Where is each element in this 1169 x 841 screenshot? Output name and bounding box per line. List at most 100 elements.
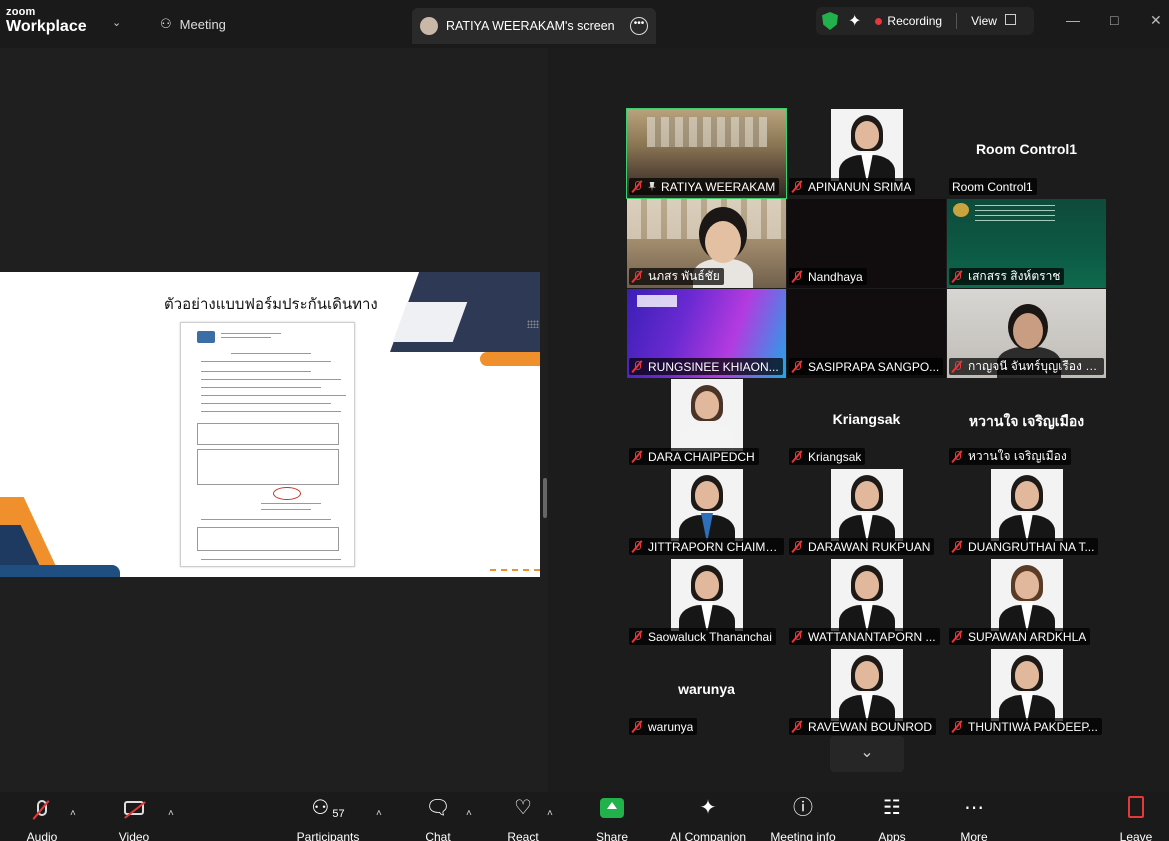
participant-nameplate: SASIPRAPA SANGPO... [789,358,944,375]
recording-label[interactable]: Recording [887,14,942,28]
video-tile[interactable]: เสกสรร สิงห์ตราช [947,199,1106,288]
presentation-slide: ตัวอย่างแบบฟอร์มประกันเดินทาง [0,272,540,577]
ai-sparkle-icon[interactable]: ✦ [848,11,861,31]
form-line [201,559,341,560]
video-tile[interactable]: RAVEWAN BOUNROD [787,649,946,738]
mic-muted-icon [792,450,802,463]
participant-name: เสกสรร สิงห์ตราช [968,269,1061,283]
video-button[interactable]: Video [114,792,154,841]
video-tile[interactable]: RUNGSINEE KHIAON... [627,289,786,378]
zoom-window: zoom Workplace ⌄ ⚇ Meeting RATIYA WEERAK… [0,0,1169,841]
signature-circle [273,487,301,500]
mic-muted-icon [952,450,962,463]
participant-name: หวานใจ เจริญเมือง [968,449,1067,463]
mic-muted-icon [792,720,802,733]
video-tile[interactable]: DARAWAN RUKPUAN [787,469,946,558]
mic-muted-icon [792,630,802,643]
minimize-icon[interactable]: — [1066,12,1080,28]
share-button[interactable]: Share [592,792,632,841]
participant-name: Room Control1 [952,179,1033,194]
video-tile[interactable]: SUPAWAN ARDKHLA [947,559,1106,648]
gallery-next-page-button[interactable]: ⌄ [830,736,904,772]
video-tile[interactable]: Nandhaya [787,199,946,288]
video-tile[interactable]: APINANUN SRIMA [787,109,946,198]
video-tile[interactable]: warunya warunya [627,649,786,738]
form-line [201,379,341,380]
participant-nameplate: DARA CHAIPEDCH [629,448,759,465]
participant-nameplate: APINANUN SRIMA [789,178,916,195]
video-tile[interactable]: DUANGRUTHAI NA T... [947,469,1106,558]
form-box [197,449,339,485]
video-tile[interactable]: Kriangsak Kriangsak [787,379,946,468]
grid-view-icon [1004,14,1016,25]
decor-shape [490,569,540,577]
brand-zoom: zoom [6,6,36,18]
video-tile[interactable]: SASIPRAPA SANGPO... [787,289,946,378]
video-options-caret-icon[interactable]: ˄ [168,808,174,819]
drag-grip-icon[interactable] [527,320,539,328]
participant-nameplate: RUNGSINEE KHIAON... [629,358,783,375]
video-tile[interactable]: นภสร พันธ์ชัย [627,199,786,288]
chat-button[interactable]: 🗨 Chat [420,792,456,841]
video-tile[interactable]: Room Control1 Room Control1 [947,109,1106,198]
shield-icon[interactable] [822,12,838,30]
meeting-info-button[interactable]: ⓘ Meeting info [766,792,840,841]
participants-options-caret-icon[interactable]: ˄ [376,808,382,819]
video-tile[interactable]: Saowaluck Thananchai [627,559,786,648]
react-button[interactable]: ♡ React [504,792,542,841]
tab-shared-screen[interactable]: RATIYA WEERAKAM's screen ••• [412,8,656,44]
profile-photo [671,379,743,451]
participant-nameplate: หวานใจ เจริญเมือง [949,448,1071,465]
form-line [201,411,341,412]
video-tile[interactable]: JITTRAPORN CHAIMA... [627,469,786,558]
video-tile[interactable]: DARA CHAIPEDCH [627,379,786,468]
avatar [420,17,438,35]
react-options-caret-icon[interactable]: ˄ [547,808,553,819]
video-tile[interactable]: THUNTIWA PAKDEEP... [947,649,1106,738]
heart-icon: ♡ [514,797,532,819]
leave-button[interactable]: Leave [1118,792,1154,841]
ai-companion-button[interactable]: ✦ AI Companion [666,792,750,841]
leave-door-icon [1128,796,1144,818]
pin-icon [648,181,656,192]
participant-name: DUANGRUTHAI NA T... [968,539,1095,554]
audio-button[interactable]: Audio [22,792,62,841]
mic-muted-icon [632,360,642,373]
form-line [221,333,281,334]
more-options-icon[interactable]: ••• [630,17,648,35]
video-tile[interactable]: WATTANANTAPORN ... [787,559,946,648]
participants-button[interactable]: ⚇ 57 Participants [294,792,362,841]
video-tile[interactable]: หวานใจ เจริญเมือง หวานใจ เจริญเมือง [947,379,1106,468]
shared-screen-view[interactable]: ตัวอย่างแบบฟอร์มประกันเดินทาง [0,48,548,792]
more-button[interactable]: ⋯ More [954,792,994,841]
participant-nameplate: DARAWAN RUKPUAN [789,538,935,555]
participant-name: DARA CHAIPEDCH [648,449,755,464]
apps-button[interactable]: ☷ Apps [872,792,912,841]
split-resize-handle[interactable] [543,478,547,518]
participant-name: กาญจนี จันทร์บุญเรือง (ง... [968,359,1100,373]
mic-muted-icon [952,360,962,373]
chat-options-caret-icon[interactable]: ˄ [466,808,472,819]
zoom-workplace-menu[interactable]: zoom Workplace [6,7,87,35]
participant-nameplate: SUPAWAN ARDKHLA [949,628,1091,645]
mic-muted-icon [792,270,802,283]
apps-icon: ☷ [883,797,901,819]
tab-meeting-label: Meeting [179,16,226,32]
audio-options-caret-icon[interactable]: ˄ [70,808,76,819]
form-line [261,509,311,510]
chevron-down-icon[interactable]: ⌄ [112,16,121,29]
participant-display-name: warunya [678,681,735,697]
meeting-status: ✦ Recording View [816,7,1034,35]
chat-label: Chat [425,830,451,841]
mic-muted-icon [952,270,962,283]
participants-label: Participants [296,830,360,841]
tab-meeting[interactable]: ⚇ Meeting [160,10,226,38]
maximize-icon[interactable]: □ [1110,12,1118,28]
view-button[interactable]: View [971,14,1016,28]
profile-photo [671,469,743,541]
video-tile[interactable]: RATIYA WEERAKAM [626,108,787,199]
form-line [201,361,331,362]
close-icon[interactable]: ✕ [1150,12,1162,29]
video-tile[interactable]: กาญจนี จันทร์บุญเรือง (ง... [947,289,1106,378]
audio-label: Audio [26,830,58,841]
